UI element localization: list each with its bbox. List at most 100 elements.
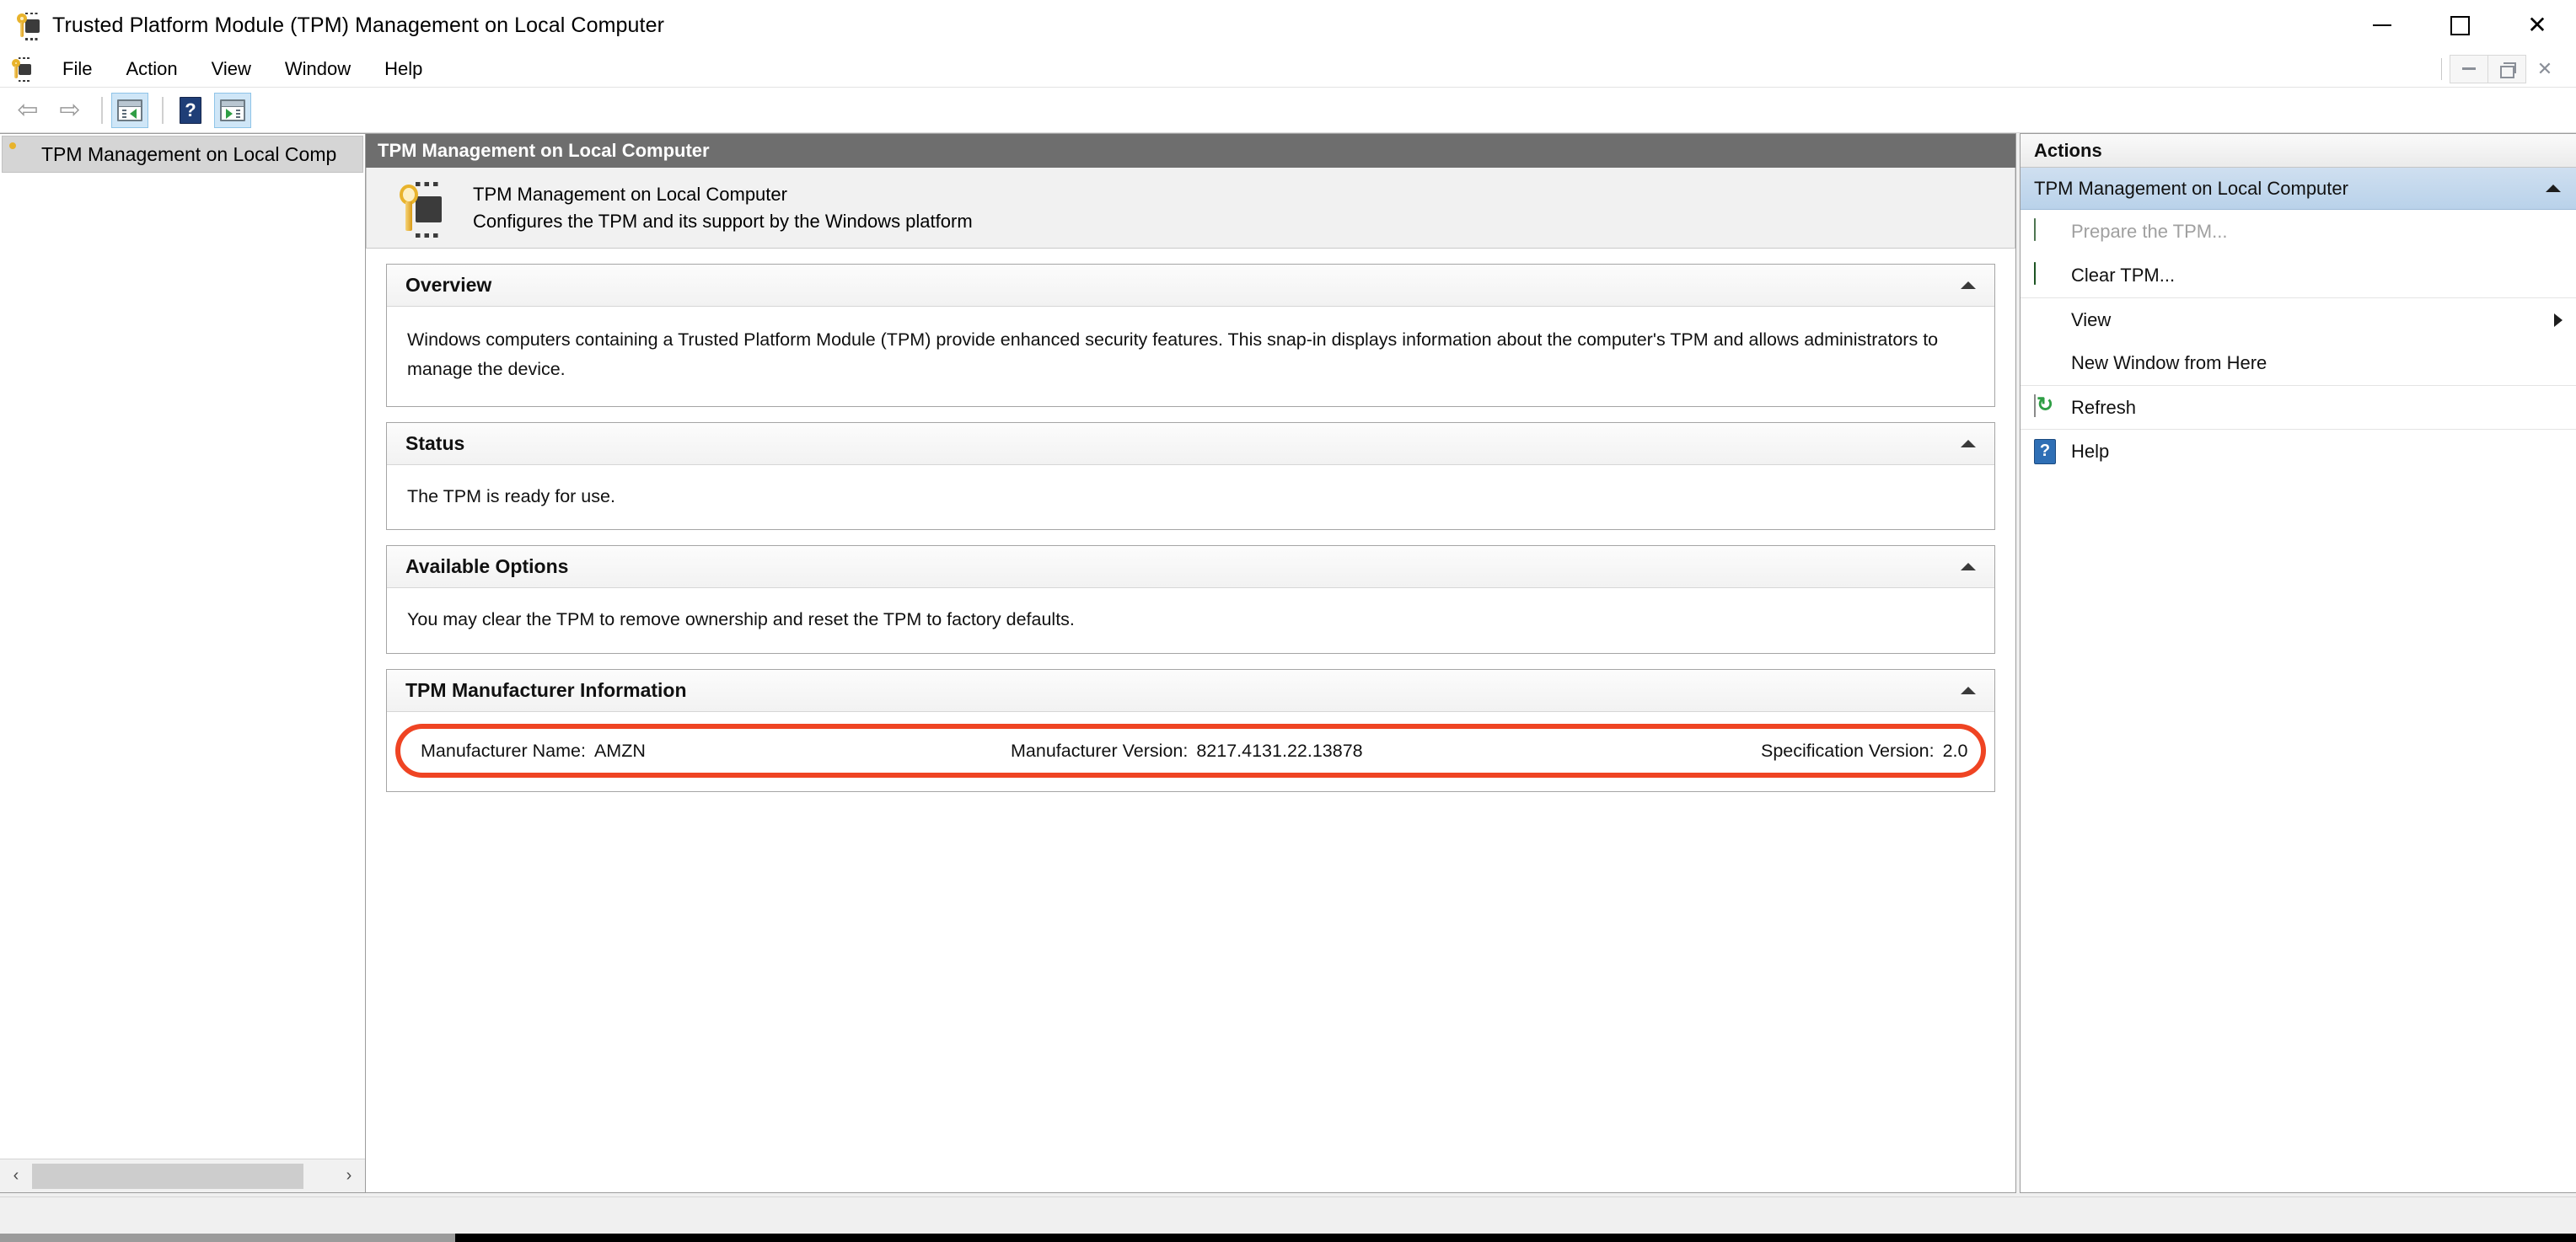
specification-version-value: 2.0 [1942,740,1968,761]
mdi-restore-button[interactable] [2487,54,2526,83]
tree-item-tpm-management[interactable]: TPM Management on Local Comp [2,136,363,173]
section-body-status: The TPM is ready for use. [407,485,615,506]
divider [2441,57,2442,80]
manufacturer-version-label: Manufacturer Version: [1011,740,1189,761]
action-item-label: Refresh [2071,396,2137,418]
chevron-up-icon[interactable] [1961,439,1976,447]
window-controls: ✕ [2343,0,2576,51]
back-button[interactable]: ⇦ [8,94,47,127]
divider [101,96,103,124]
maximize-button[interactable] [2421,0,2498,51]
taskbar-strip [0,1234,2576,1242]
section-header-available-options[interactable]: Available Options [387,546,1994,589]
console-tree-pane: TPM Management on Local Comp ‹ › [0,133,366,1193]
action-item-label: New Window from Here [2071,352,2267,373]
menu-bar: File Action View Window Help ✕ [0,51,2576,88]
chevron-up-icon[interactable] [1961,563,1976,571]
console-tree-pane-icon [117,99,142,121]
action-item-help[interactable]: ? Help [2021,429,2576,473]
chevron-up-icon[interactable] [2546,185,2561,192]
show-action-pane-button[interactable] [214,92,251,128]
specification-version-label: Specification Version: [1761,740,1935,761]
tpm-key-chip-icon [15,13,40,40]
tpm-key-chip-icon [10,57,32,81]
scroll-left-arrow-icon[interactable]: ‹ [0,1159,32,1192]
section-title: Available Options [405,555,569,578]
mdi-window-controls: ✕ [2441,51,2576,88]
action-pane-icon [220,99,245,121]
section-header-status[interactable]: Status [387,422,1994,465]
status-bar [0,1196,2576,1234]
tpm-management-window: Trusted Platform Module (TPM) Management… [0,0,2576,1242]
specification-version-field: Specification Version: 2.0 [1761,741,1967,762]
toolbar: ⇦ ⇨ ? [0,88,2576,133]
section-body-available-options: You may clear the TPM to remove ownershi… [407,609,1075,630]
menu-item-help[interactable]: Help [368,53,439,85]
section-title: Overview [405,274,492,296]
minimize-button[interactable] [2343,0,2421,51]
manufacturer-version-field: Manufacturer Version: 8217.4131.22.13878 [1011,741,1761,762]
manufacturer-name-label: Manufacturer Name: [421,740,586,761]
divider [162,96,164,124]
refresh-icon [2034,393,2059,420]
content-pane: TPM Management on Local Computer TPM Man… [366,133,2016,1193]
title-bar: Trusted Platform Module (TPM) Management… [0,0,2576,51]
sections-container: Overview Windows computers containing a … [366,249,2015,793]
tree-horizontal-scrollbar[interactable]: ‹ › [0,1159,365,1192]
manufacturer-version-value: 8217.4131.22.13878 [1196,740,1363,761]
action-item-new-window-from-here[interactable]: New Window from Here [2021,341,2576,385]
menu-item-window[interactable]: Window [268,53,368,85]
help-button[interactable]: ? [172,93,209,128]
actions-group-header[interactable]: TPM Management on Local Computer [2021,168,2576,210]
section-status: Status The TPM is ready for use. [386,421,1995,531]
taskbar-left-segment [0,1234,455,1242]
action-item-label: Clear TPM... [2071,265,2176,286]
action-item-refresh[interactable]: Refresh [2021,385,2576,429]
menu-item-file[interactable]: File [46,53,109,85]
section-title: Status [405,431,465,454]
action-item-view[interactable]: View [2021,297,2576,341]
green-arrow-icon [2034,262,2059,288]
main-body: TPM Management on Local Comp ‹ › TPM Man… [0,133,2576,1196]
section-header-tpm-manufacturer-information[interactable]: TPM Manufacturer Information [387,670,1994,713]
help-question-icon: ? [180,96,201,124]
chevron-up-icon[interactable] [1961,281,1976,289]
actions-pane: Actions TPM Management on Local Computer… [2020,133,2576,1193]
console-tree: TPM Management on Local Comp [0,134,365,1159]
content-caption: TPM Management on Local Computer [366,134,2015,168]
section-body-overview: Windows computers containing a Trusted P… [407,329,1939,379]
tpm-key-chip-icon [397,182,443,238]
content-scroll-area: TPM Management on Local Computer Configu… [366,168,2015,1192]
section-header-overview[interactable]: Overview [387,265,1994,307]
actions-pane-caption: Actions [2021,134,2576,168]
action-item-prepare-the-tpm[interactable]: Prepare the TPM... [2021,210,2576,254]
scroll-right-arrow-icon[interactable]: › [333,1159,365,1192]
menu-item-action[interactable]: Action [109,53,194,85]
green-arrow-icon [2034,218,2059,244]
show-console-tree-button[interactable] [111,92,148,128]
manufacturer-name-value: AMZN [593,740,646,761]
actions-group-title: TPM Management on Local Computer [2034,177,2348,199]
scrollbar-track[interactable] [32,1159,333,1192]
arrow-right-icon: ⇨ [59,95,81,124]
menu-item-view[interactable]: View [195,53,268,85]
section-tpm-manufacturer-information: TPM Manufacturer Information Manufacture… [386,669,1995,793]
mdi-minimize-button[interactable] [2450,54,2488,83]
section-overview: Overview Windows computers containing a … [386,264,1995,407]
tpm-key-chip-icon [9,142,33,166]
help-question-icon: ? [2034,438,2059,464]
action-item-clear-tpm[interactable]: Clear TPM... [2021,254,2576,297]
scrollbar-thumb[interactable] [32,1163,303,1189]
content-header: TPM Management on Local Computer Configu… [366,168,2015,249]
taskbar-right-segment [455,1234,2576,1242]
mdi-close-button[interactable]: ✕ [2525,55,2564,83]
close-button[interactable]: ✕ [2498,0,2576,51]
chevron-right-icon[interactable] [2554,313,2563,327]
manufacturer-name-field: Manufacturer Name: AMZN [421,741,1011,762]
chevron-up-icon[interactable] [1961,687,1976,695]
manufacturer-info-highlight-annotation: Manufacturer Name: AMZN Manufacturer Vers… [395,724,1986,779]
section-available-options: Available Options You may clear the TPM … [386,545,1995,655]
content-header-title: TPM Management on Local Computer [473,183,787,205]
forward-button[interactable]: ⇨ [51,94,89,127]
action-item-label: View [2071,308,2112,330]
